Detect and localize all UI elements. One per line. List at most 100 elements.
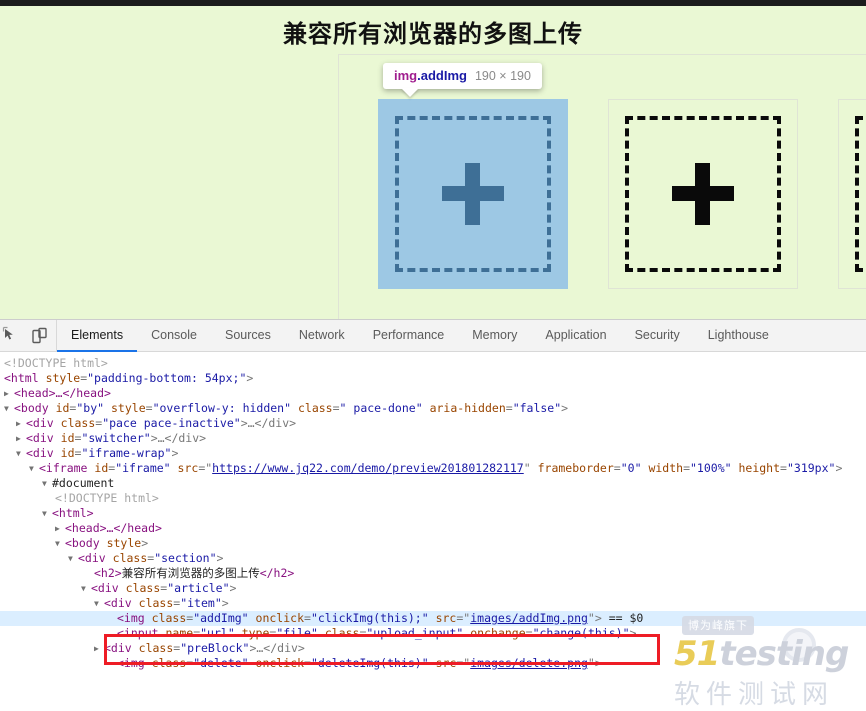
body-tag-close: > xyxy=(561,401,569,415)
tab-console[interactable]: Console xyxy=(137,320,211,352)
inner-head-tag: <head>…</head> xyxy=(65,521,162,535)
collapse-triangle-icon[interactable]: ▼ xyxy=(68,551,78,566)
body-class-attr: class xyxy=(297,401,333,415)
dom-row-input-upload[interactable]: ▼<input name="url" type="file" class="up… xyxy=(0,626,866,641)
tab-performance[interactable]: Performance xyxy=(359,320,459,352)
dom-row-iframe[interactable]: ▼ <iframe id="iframe" src="https://www.jq… xyxy=(0,461,866,476)
pace-tag-open: <div xyxy=(26,416,54,430)
plus-icon xyxy=(672,163,734,225)
collapse-triangle-icon[interactable]: ▼ xyxy=(4,401,14,416)
upload-items-row xyxy=(378,99,866,289)
inspect-element-icon[interactable] xyxy=(2,326,22,346)
iframe-height-value: "319px" xyxy=(786,461,836,475)
pace-tag-close: >…</div> xyxy=(240,416,297,430)
iframe-id-attr: id xyxy=(94,461,109,475)
doctype-text: <!DOCTYPE html> xyxy=(4,356,108,370)
pace-class-value: "pace pace-inactive" xyxy=(102,416,241,430)
plus-icon xyxy=(442,163,504,225)
collapse-triangle-icon[interactable]: ▼ xyxy=(42,476,52,491)
body-id-attr: id xyxy=(55,401,70,415)
body-style-value: "overflow-y: hidden" xyxy=(152,401,292,415)
expand-triangle-icon[interactable]: ▶ xyxy=(16,431,26,446)
tab-security[interactable]: Security xyxy=(621,320,694,352)
pace-class-attr: class xyxy=(60,416,96,430)
iframe-src-link[interactable]: https://www.jq22.com/demo/preview2018012… xyxy=(212,461,524,475)
item-class-value: "item" xyxy=(180,596,222,610)
upload-item-1[interactable] xyxy=(378,99,568,289)
switcher-id-value: "switcher" xyxy=(81,431,151,445)
upload-item-2[interactable] xyxy=(608,99,798,289)
tab-sources[interactable]: Sources xyxy=(211,320,285,352)
inspected-page-viewport: 兼容所有浏览器的多图上传 img.addImg 190 × 190 xyxy=(0,6,866,319)
dom-row-section[interactable]: ▼ <div class="section"> xyxy=(0,551,866,566)
inner-body-tag-close: > xyxy=(141,536,149,550)
section-class-attr: class xyxy=(112,551,148,565)
dom-row-article[interactable]: ▼ <div class="article"> xyxy=(0,581,866,596)
device-toolbar-icon[interactable] xyxy=(30,326,50,346)
dom-row-html[interactable]: <html style="padding-bottom: 54px;"> xyxy=(0,371,866,386)
collapse-triangle-icon[interactable]: ▼ xyxy=(55,536,65,551)
dom-row-head[interactable]: ▶ <head>…</head> xyxy=(0,386,866,401)
dom-row-img-delete[interactable]: ▼<img class="delete" onclick="deleteImg(… xyxy=(0,656,866,671)
expand-triangle-icon[interactable]: ▶ xyxy=(94,641,104,656)
collapse-triangle-icon[interactable]: ▼ xyxy=(29,461,39,476)
inner-body-style-attr: style xyxy=(106,536,142,550)
article-class-attr: class xyxy=(125,581,161,595)
item-tag-open: <div xyxy=(104,596,132,610)
iframe-tag-open: <iframe xyxy=(39,461,88,475)
dom-row-pace[interactable]: ▶ <div class="pace pace-inactive">…</div> xyxy=(0,416,866,431)
section-tag-open: <div xyxy=(78,551,106,565)
dom-row-document[interactable]: ▼ #document xyxy=(0,476,866,491)
collapse-triangle-icon[interactable]: ▼ xyxy=(94,596,104,611)
collapse-triangle-icon[interactable]: ▼ xyxy=(81,581,91,596)
html-style-attr: style xyxy=(45,371,81,385)
inner-doctype-text: <!DOCTYPE html> xyxy=(55,491,159,505)
dom-row-item[interactable]: ▼ <div class="item"> xyxy=(0,596,866,611)
dom-row-inner-doctype: <!DOCTYPE html> xyxy=(0,491,866,506)
delete-img-src-link[interactable]: images/delete.png xyxy=(470,656,588,670)
img-src-attr: src xyxy=(435,611,457,625)
dom-row-selected-img-addimg[interactable]: ▼<img class="addImg" onclick="clickImg(t… xyxy=(0,611,866,626)
tooltip-dimensions: 190 × 190 xyxy=(474,69,531,83)
expand-triangle-icon[interactable]: ▶ xyxy=(55,521,65,536)
tab-application[interactable]: Application xyxy=(531,320,620,352)
dom-row-inner-head[interactable]: ▶ <head>…</head> xyxy=(0,521,866,536)
dom-row-doctype: <!DOCTYPE html> xyxy=(0,356,866,371)
dom-row-preblock[interactable]: ▶ <div class="preBlock">…</div> xyxy=(0,641,866,656)
collapse-triangle-icon[interactable]: ▼ xyxy=(16,446,26,461)
collapse-triangle-icon[interactable]: ▼ xyxy=(42,506,52,521)
tab-network[interactable]: Network xyxy=(285,320,359,352)
input-class-attr: class xyxy=(324,626,360,640)
article-tag-close: > xyxy=(229,581,237,595)
tab-lighthouse[interactable]: Lighthouse xyxy=(694,320,783,352)
tab-memory[interactable]: Memory xyxy=(458,320,531,352)
img-src-link[interactable]: images/addImg.png xyxy=(470,611,588,625)
h2-tag-open: <h2> xyxy=(94,566,122,580)
upload-item-3[interactable] xyxy=(838,99,866,289)
dom-row-body[interactable]: ▼ <body id="by" style="overflow-y: hidden… xyxy=(0,401,866,416)
tab-elements[interactable]: Elements xyxy=(57,320,138,352)
iframewrap-tag-close: > xyxy=(171,446,179,460)
device-toolbar-icon-svg xyxy=(32,327,47,343)
delete-img-tag-open: <img xyxy=(117,656,145,670)
dom-row-h2[interactable]: <h2>兼容所有浏览器的多图上传</h2> xyxy=(0,566,866,581)
dom-row-inner-body[interactable]: ▼ <body style> xyxy=(0,536,866,551)
expand-triangle-icon[interactable]: ▶ xyxy=(4,386,14,401)
dom-row-switcher[interactable]: ▶ <div id="switcher">…</div> xyxy=(0,431,866,446)
h2-text: 兼容所有浏览器的多图上传 xyxy=(121,566,260,580)
iframe-src-attr: src xyxy=(177,461,199,475)
preblock-class-attr: class xyxy=(138,641,174,655)
img-onclick-value: "clickImg(this);" xyxy=(310,611,429,625)
dom-row-iframe-wrap[interactable]: ▼ <div id="iframe-wrap"> xyxy=(0,446,866,461)
page-title: 兼容所有浏览器的多图上传 xyxy=(283,20,583,48)
iframe-width-value: "100%" xyxy=(690,461,732,475)
dom-tree[interactable]: <!DOCTYPE html> <html style="padding-bot… xyxy=(0,352,866,708)
expand-triangle-icon[interactable]: ▶ xyxy=(16,416,26,431)
article-class-value: "article" xyxy=(167,581,230,595)
img-tag-close: > xyxy=(594,611,602,625)
head-tag: <head>…</head> xyxy=(14,386,111,400)
tooltip-arrow-icon xyxy=(401,88,419,97)
switcher-id-attr: id xyxy=(60,431,75,445)
dom-row-inner-html[interactable]: ▼ <html> xyxy=(0,506,866,521)
html-tag-open: <html xyxy=(4,371,39,385)
